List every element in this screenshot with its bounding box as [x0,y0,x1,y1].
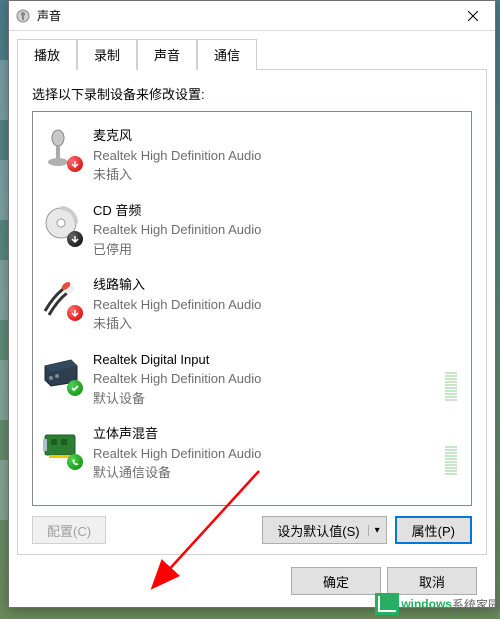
watermark-text-1: windows [401,597,452,611]
tab-sounds[interactable]: 声音 [137,39,197,70]
disabled-badge-icon [67,231,83,247]
panel-button-row: 配置(C) 设为默认值(S) ▾ 属性(P) [32,516,472,544]
device-status: 默认设备 [93,389,433,409]
cd-icon [41,201,81,245]
tab-bar: 播放 录制 声音 通信 [17,39,487,70]
button-label: 取消 [419,572,445,591]
configure-button: 配置(C) [32,516,106,544]
line-in-icon [41,275,81,319]
device-status: 默认通信设备 [93,463,433,483]
chevron-down-icon: ▾ [368,525,380,536]
tab-label: 播放 [34,48,60,63]
device-text: Realtek Digital Input Realtek High Defin… [93,350,433,409]
ok-button[interactable]: 确定 [291,567,381,595]
recording-panel: 选择以下录制设备来修改设置: 麦克风 [17,70,487,555]
sound-card-icon [41,424,81,468]
tab-label: 录制 [94,48,120,63]
device-text: 线路输入 Realtek High Definition Audio 未插入 [93,275,463,334]
unplugged-badge-icon [67,305,83,321]
close-button[interactable] [450,1,495,30]
device-status: 未插入 [93,314,463,334]
button-label: 确定 [323,572,349,591]
level-meter [445,357,457,401]
device-vendor: Realtek High Definition Audio [93,369,433,389]
tab-label: 通信 [214,48,240,63]
tab-recording[interactable]: 录制 [77,39,137,70]
watermark: windows 系统家园 [375,593,500,615]
device-vendor: Realtek High Definition Audio [93,220,463,240]
default-comm-badge-icon [67,454,83,470]
device-item-stereo-mix[interactable]: 立体声混音 Realtek High Definition Audio 默认通信… [37,416,467,491]
level-meter [445,431,457,475]
microphone-icon [41,126,81,170]
digital-box-icon [41,350,81,394]
sound-dialog: 声音 播放 录制 声音 通信 选择以下录制设备来修改设置: [8,0,496,608]
tab-communications[interactable]: 通信 [197,39,257,70]
close-icon [468,11,478,21]
button-label: 设为默认值(S) [277,521,359,540]
device-name: Realtek Digital Input [93,350,433,370]
device-item-digital-input[interactable]: Realtek Digital Input Realtek High Defin… [37,342,467,417]
dialog-title: 声音 [37,7,61,24]
properties-button[interactable]: 属性(P) [395,516,472,544]
tab-playback[interactable]: 播放 [17,39,77,70]
dialog-button-row: 确定 取消 [17,567,487,595]
device-vendor: Realtek High Definition Audio [93,444,433,464]
device-name: 麦克风 [93,126,463,146]
titlebar: 声音 [9,1,495,31]
set-default-button[interactable]: 设为默认值(S) ▾ [262,516,386,544]
device-text: 麦克风 Realtek High Definition Audio 未插入 [93,126,463,185]
device-name: 立体声混音 [93,424,433,444]
device-status: 已停用 [93,240,463,260]
device-item-microphone[interactable]: 麦克风 Realtek High Definition Audio 未插入 [37,118,467,193]
device-text: 立体声混音 Realtek High Definition Audio 默认通信… [93,424,433,483]
device-vendor: Realtek High Definition Audio [93,295,463,315]
app-icon [15,8,31,24]
panel-instruction: 选择以下录制设备来修改设置: [32,84,472,103]
dialog-body: 播放 录制 声音 通信 选择以下录制设备来修改设置: [9,31,495,607]
watermark-logo-icon [375,593,399,615]
device-status: 未插入 [93,165,463,185]
device-name: CD 音频 [93,201,463,221]
cancel-button[interactable]: 取消 [387,567,477,595]
device-item-line-in[interactable]: 线路输入 Realtek High Definition Audio 未插入 [37,267,467,342]
device-name: 线路输入 [93,275,463,295]
button-label: 属性(P) [412,521,455,540]
button-label: 配置(C) [47,521,91,540]
unplugged-badge-icon [67,156,83,172]
device-vendor: Realtek High Definition Audio [93,146,463,166]
device-item-cd-audio[interactable]: CD 音频 Realtek High Definition Audio 已停用 [37,193,467,268]
device-text: CD 音频 Realtek High Definition Audio 已停用 [93,201,463,260]
tab-label: 声音 [154,48,180,63]
device-list[interactable]: 麦克风 Realtek High Definition Audio 未插入 [32,111,472,506]
watermark-text-2: 系统家园 [452,596,500,613]
default-check-badge-icon [67,380,83,396]
